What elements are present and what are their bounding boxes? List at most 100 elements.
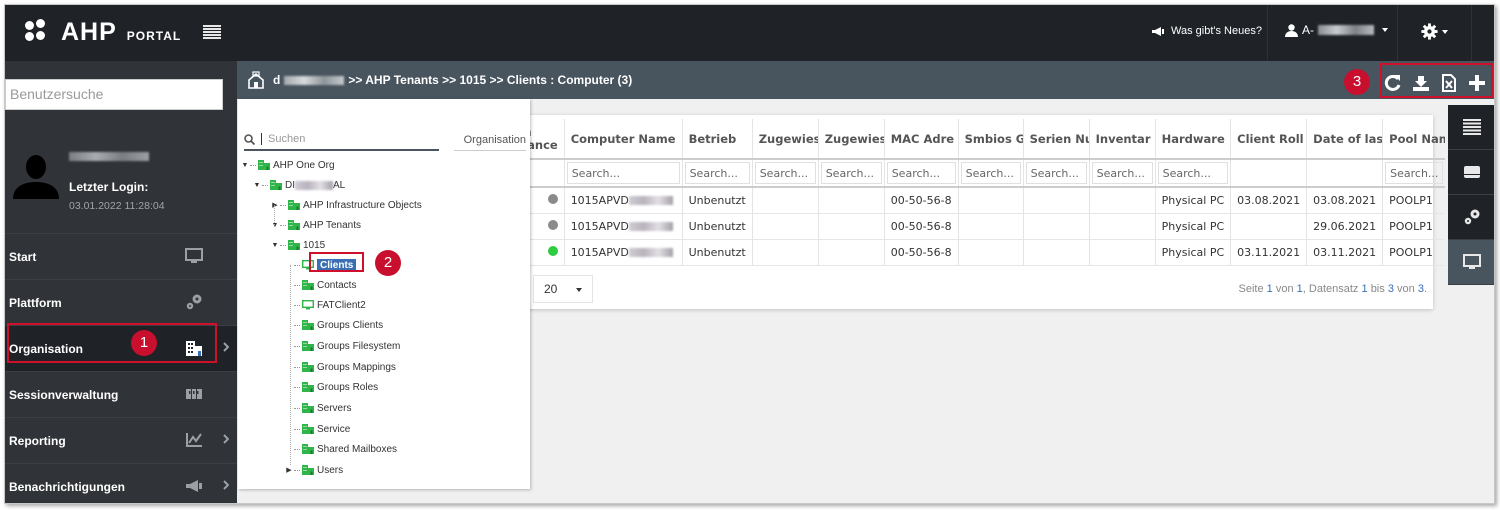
expand-down-icon[interactable]: ▼: [270, 242, 280, 249]
tree-connector: [250, 164, 256, 166]
tree-node-label: Contacts: [317, 279, 357, 291]
col-header-pool-name[interactable]: Pool Name: [1382, 119, 1446, 160]
col-header-mac-address[interactable]: MAC Adre: [884, 119, 959, 160]
table-row[interactable]: 1015APVD Unbenutzt 00-50-56-8 Physical P…: [505, 187, 1446, 214]
user-menu[interactable]: A-: [1285, 23, 1388, 37]
view-drive-button[interactable]: [1448, 150, 1494, 195]
sidebar-item-label: Benachrichtigungen: [9, 479, 126, 494]
tree-node-label: FATClient2: [317, 299, 366, 311]
org-home-icon[interactable]: [247, 71, 265, 89]
search-betrieb-input[interactable]: Search...: [684, 162, 750, 184]
search-smbios-input[interactable]: Search...: [960, 162, 1021, 184]
status-dot-icon: [547, 193, 558, 204]
sidebar-item-plattform[interactable]: Plattform: [5, 279, 237, 325]
sidebar-item-benachrichtigungen[interactable]: Benachrichtigungen: [5, 463, 237, 503]
building-icon: [302, 280, 314, 290]
search-icon: [244, 133, 255, 145]
building-icon: [302, 320, 314, 330]
tree-node-label-suffix: AL: [333, 179, 346, 191]
table-row[interactable]: 1015APVD Unbenutzt 00-50-56-8 Physical P…: [505, 213, 1446, 240]
tree-node[interactable]: Service: [284, 421, 350, 437]
user-fullname-redacted: [69, 152, 149, 161]
pager-to: 3: [1387, 283, 1394, 295]
tree-node-label: Groups Filesystem: [317, 340, 401, 352]
tree-guide-line: [290, 265, 291, 465]
tab-organisation[interactable]: Organisation: [454, 129, 526, 151]
tree-node[interactable]: Servers: [284, 400, 351, 416]
tree-connector: [280, 204, 286, 206]
col-header-serien-nummer[interactable]: Serien Nu: [1023, 119, 1090, 160]
computer-table: tch pliance Computer Name Betrieb Zugewi…: [505, 119, 1446, 266]
expand-right-icon[interactable]: ▶: [270, 201, 280, 209]
col-header-computer-name[interactable]: Computer Name: [564, 119, 683, 160]
col-header-smbios-guid[interactable]: Smbios GU: [958, 119, 1024, 160]
expand-down-icon[interactable]: ▼: [240, 162, 250, 169]
tree-node[interactable]: ▶ AHP Infrastructure Objects: [270, 197, 421, 213]
col-header-hardware[interactable]: Hardware: [1155, 119, 1232, 160]
building-icon: [302, 341, 314, 351]
tree-node-label: Shared Mailboxes: [317, 443, 398, 455]
expand-down-icon[interactable]: ▼: [270, 222, 280, 229]
page-size-value: 20: [544, 282, 558, 296]
col-header-date-of-last[interactable]: Date of las: [1306, 119, 1384, 160]
col-header-inventar-nummer[interactable]: Inventar N: [1089, 119, 1156, 160]
tree-node[interactable]: ▼ DI AL: [252, 177, 346, 193]
page-size-select[interactable]: 20: [533, 275, 593, 303]
sidebar-item-start[interactable]: Start: [5, 233, 237, 279]
breadcrumb-root-redacted: [284, 75, 345, 85]
tree-node-label: Users: [317, 464, 344, 476]
tree-node[interactable]: Shared Mailboxes: [284, 441, 397, 457]
search-inventar-input[interactable]: Search...: [1091, 162, 1153, 184]
tree-node[interactable]: ▶ Users: [284, 462, 343, 478]
tree-node[interactable]: Groups Roles: [284, 379, 378, 395]
sidebar-item-reporting[interactable]: Reporting: [5, 417, 237, 463]
tree-node[interactable]: ▼ 1015: [270, 237, 326, 253]
cell-zugewiesen-1: [752, 187, 819, 214]
search-zugewiesen-1-input[interactable]: Search...: [754, 162, 816, 184]
tree-node[interactable]: ▼ AHP One Org: [240, 157, 335, 173]
table-row[interactable]: 1015APVD Unbenutzt 00-50-56-8 Physical P…: [505, 239, 1446, 266]
tree-node[interactable]: Groups Filesystem: [284, 338, 400, 354]
view-monitor-button[interactable]: [1448, 240, 1494, 285]
cell-smbios: [958, 213, 1024, 240]
tree-node[interactable]: FATClient2: [284, 297, 366, 313]
tree-node[interactable]: Groups Clients: [284, 317, 383, 333]
tree-connector: [294, 264, 300, 266]
search-mac-input[interactable]: Search...: [886, 162, 956, 184]
settings-menu[interactable]: [1421, 23, 1448, 40]
sidebar-item-sessionverwaltung[interactable]: Sessionverwaltung: [5, 371, 237, 417]
search-serien-input[interactable]: Search...: [1025, 162, 1087, 184]
col-header-zugewiesen-2[interactable]: Zugewiese: [818, 119, 885, 160]
search-pool-name-input[interactable]: Search...: [1385, 162, 1444, 184]
breadcrumb-root[interactable]: d: [273, 73, 280, 87]
redacted: [628, 248, 673, 257]
cell-betrieb: Unbenutzt: [682, 187, 753, 214]
expand-down-icon[interactable]: ▼: [252, 182, 262, 189]
right-tool-strip: [1448, 105, 1494, 285]
menu-toggle-icon[interactable]: [203, 25, 221, 39]
tree-node[interactable]: Contacts: [284, 277, 356, 293]
cell-mac: 00-50-56-8: [884, 187, 959, 214]
col-header-betrieb[interactable]: Betrieb: [682, 119, 753, 160]
tree-node[interactable]: ▼ AHP Tenants: [270, 217, 361, 233]
cell-hardware: Physical PC: [1155, 239, 1232, 266]
col-header-zugewiesen-1[interactable]: Zugewiese: [752, 119, 819, 160]
search-computer-name-input[interactable]: Search...: [566, 162, 680, 184]
chevron-down-icon: [1382, 28, 1388, 32]
user-search-input[interactable]: Benutzersuche: [5, 79, 223, 110]
search-hardware-input[interactable]: Search...: [1157, 162, 1229, 184]
tree-node[interactable]: Groups Mappings: [284, 359, 396, 375]
search-zugewiesen-2-input[interactable]: Search...: [820, 162, 882, 184]
logo-subtext: PORTAL: [126, 29, 182, 43]
cell-mac: 00-50-56-8: [884, 239, 959, 266]
callout-badge-3: 3: [1344, 69, 1370, 95]
tree-search-input[interactable]: Suchen: [244, 129, 439, 151]
expand-right-icon[interactable]: ▶: [284, 466, 294, 474]
whats-new-link[interactable]: Was gibt's Neues?: [1151, 25, 1262, 37]
megaphone-icon: [1152, 26, 1164, 36]
col-header-client-roll[interactable]: Client Roll: [1230, 119, 1308, 160]
view-gears-button[interactable]: [1448, 195, 1494, 240]
logo[interactable]: AHP PORTAL: [25, 19, 181, 45]
view-list-button[interactable]: [1448, 105, 1494, 150]
pager-text: , Datensatz: [1302, 283, 1359, 295]
